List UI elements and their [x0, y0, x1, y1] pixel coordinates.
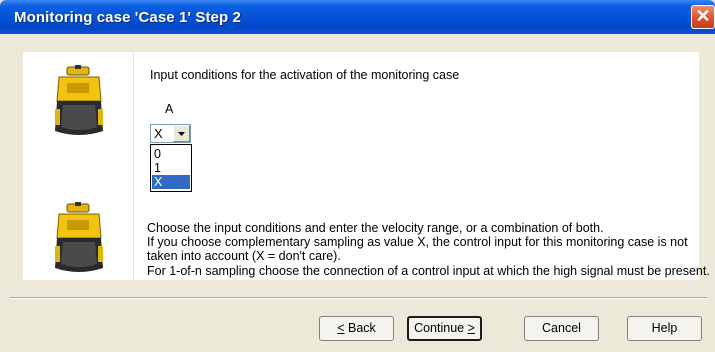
safety-laser-scanner-image	[55, 202, 103, 272]
window-title: Monitoring case 'Case 1' Step 2	[14, 9, 241, 26]
help-line-3: taken into account (X = don't care).	[147, 249, 341, 263]
column-label-a: A	[165, 102, 174, 116]
option-1[interactable]: 1	[152, 161, 190, 175]
back-button[interactable]: < Back	[319, 316, 394, 341]
dropdown-arrow-button[interactable]	[173, 125, 190, 142]
dropdown-list[interactable]: 0 1 X	[150, 144, 192, 192]
help-line-1: Choose the input conditions and enter th…	[147, 221, 604, 235]
continue-button[interactable]: Continue >	[407, 316, 482, 341]
continue-label: Continue	[414, 321, 468, 335]
back-label: Back	[344, 321, 376, 335]
close-button[interactable]: ✕	[691, 5, 715, 29]
select-value: X	[154, 126, 163, 141]
title-bar[interactable]: Monitoring case 'Case 1' Step 2 ✕	[0, 0, 715, 34]
continue-label-mnemonic: >	[467, 321, 475, 335]
close-icon: ✕	[695, 6, 711, 26]
safety-laser-scanner-image	[55, 65, 103, 135]
separator-highlight	[10, 298, 707, 299]
help-line-2: If you choose complementary sampling as …	[147, 235, 688, 249]
back-label-mnemonic: <	[337, 321, 345, 335]
option-0[interactable]: 0	[152, 147, 190, 161]
option-x-selected[interactable]: X	[152, 175, 190, 189]
cancel-button[interactable]: Cancel	[524, 316, 599, 341]
input-a-select[interactable]: X	[150, 124, 191, 143]
help-button[interactable]: Help	[627, 316, 702, 341]
instruction-heading: Input conditions for the activation of t…	[150, 68, 460, 82]
dialog-window: Monitoring case 'Case 1' Step 2 ✕ Input …	[0, 0, 715, 352]
help-line-4: For 1-of-n sampling choose the connectio…	[147, 264, 710, 278]
chevron-down-icon	[178, 132, 185, 136]
image-panel	[23, 52, 133, 280]
